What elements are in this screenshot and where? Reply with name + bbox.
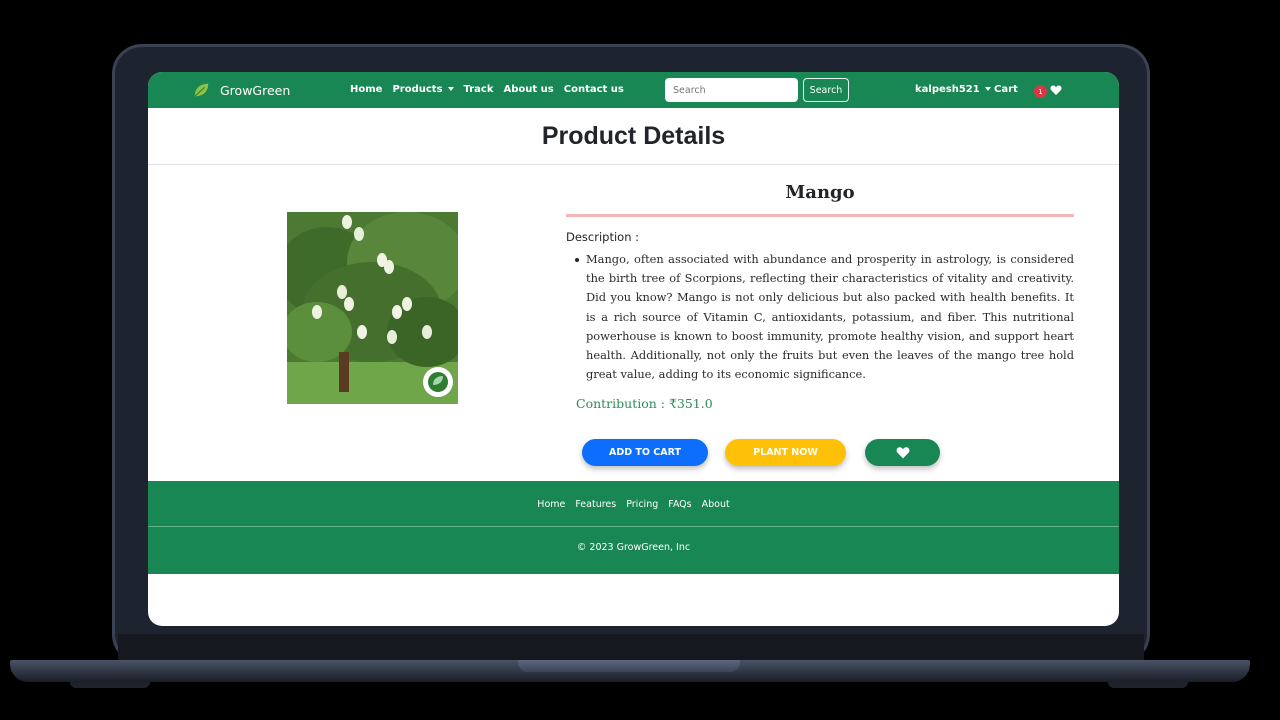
cart-link[interactable]: Cart (994, 84, 1018, 95)
laptop-foot-left (70, 682, 150, 688)
footer-link-about[interactable]: About (702, 499, 730, 510)
browser-screen: GrowGreen Home Products Track About us C… (148, 72, 1119, 626)
caret-down-icon (447, 87, 454, 91)
description-item: Mango, often associated with abundance a… (566, 250, 1074, 384)
laptop-foot-right (1108, 682, 1188, 688)
nav-about[interactable]: About us (504, 84, 554, 95)
leaf-icon (194, 83, 209, 97)
brand-name: GrowGreen (220, 82, 291, 98)
product-name-divider (566, 214, 1074, 217)
copyright: © 2023 GrowGreen, Inc (576, 542, 691, 553)
description-list: Mango, often associated with abundance a… (566, 250, 1074, 384)
search-input[interactable] (665, 78, 798, 102)
nav-products-label: Products (392, 84, 443, 95)
add-to-cart-button[interactable]: ADD TO CART (582, 439, 708, 466)
footer-link-home[interactable]: Home (537, 499, 565, 510)
wishlist-button[interactable] (865, 439, 940, 466)
caret-down-icon (984, 87, 991, 91)
footer-divider (148, 526, 1119, 527)
nav-home[interactable]: Home (350, 84, 382, 95)
nav-links: Home Products Track About us Contact us (350, 84, 624, 95)
nav-products[interactable]: Products (392, 84, 454, 95)
product-image (287, 212, 458, 404)
footer-link-pricing[interactable]: Pricing (626, 499, 658, 510)
contribution-price: Contribution : ₹351.0 (576, 396, 713, 411)
navbar: GrowGreen Home Products Track About us C… (148, 72, 1119, 108)
brand[interactable]: GrowGreen (192, 81, 290, 99)
cart-count-badge: 1 (1034, 85, 1047, 98)
footer-link-faqs[interactable]: FAQs (668, 499, 691, 510)
nav-contact[interactable]: Contact us (564, 84, 624, 95)
product-name: Mango (785, 182, 855, 203)
search-button[interactable]: Search (803, 78, 849, 102)
header-divider (148, 164, 1119, 165)
user-menu[interactable]: kalpesh521 (915, 84, 991, 95)
heart-icon[interactable] (1050, 84, 1062, 96)
footer: Home Features Pricing FAQs About © 2023 … (148, 481, 1119, 574)
footer-link-features[interactable]: Features (575, 499, 616, 510)
laptop-notch (518, 660, 740, 672)
page-title: Product Details (541, 122, 726, 150)
bullet-icon (575, 258, 579, 262)
plant-now-button[interactable]: PLANT NOW (725, 439, 846, 466)
nav-track[interactable]: Track (464, 84, 494, 95)
eco-badge-icon (423, 367, 453, 397)
laptop-bezel (118, 634, 1144, 660)
heart-icon (896, 447, 909, 459)
description-label: Description : (566, 230, 640, 244)
description-text: Mango, often associated with abundance a… (586, 252, 1074, 382)
footer-links: Home Features Pricing FAQs About (148, 499, 1119, 510)
username: kalpesh521 (915, 84, 980, 95)
